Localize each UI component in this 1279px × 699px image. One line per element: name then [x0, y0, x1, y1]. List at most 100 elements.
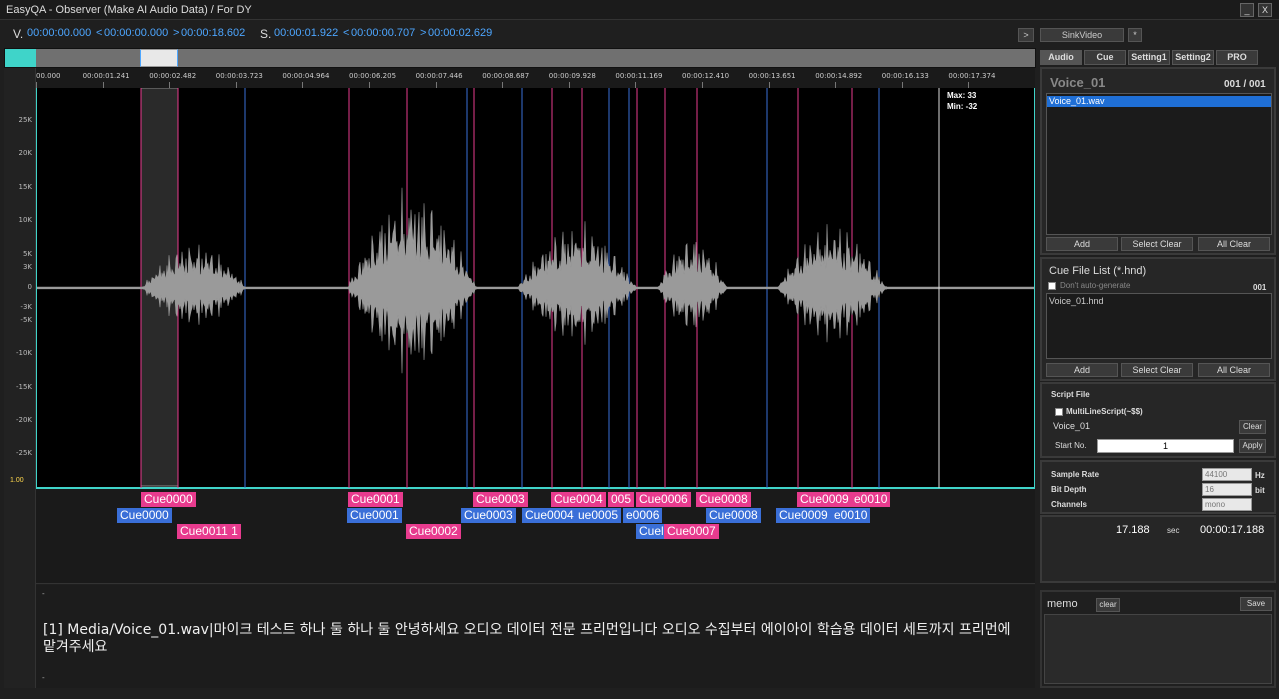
duration-panel: 17.188 sec 00:00:17.188	[1040, 515, 1276, 583]
y-axis-label: -3K	[20, 303, 32, 311]
duration-unit: sec	[1167, 526, 1180, 535]
cue-file-item[interactable]: Voice_01.hnd	[1049, 296, 1104, 306]
ruler-tick-label: 00:00:08.687	[482, 72, 530, 80]
min-label: Min: -32	[947, 102, 978, 111]
y-axis-label: 5K	[22, 250, 32, 258]
time-ruler[interactable]: 00.000 00:00:01.241 00:00:02.482 00:00:03.7…	[36, 68, 1035, 88]
cue-label[interactable]: Cue0009	[776, 508, 831, 523]
script-viewer[interactable]: - [1] Media/Voice_01.wav|마이크 테스트 하나 둘 하나…	[36, 585, 1035, 688]
dont-auto-label: Don't auto-generate	[1060, 281, 1131, 290]
s-label: S.	[260, 27, 272, 41]
cue-file-panel: Cue File List (*.hnd) Don't auto-generat…	[1040, 257, 1276, 381]
bit-depth-unit: bit	[1255, 486, 1265, 495]
ruler-tick-label: 00:00:12.410	[682, 72, 730, 80]
script-name: Voice_01	[1053, 421, 1091, 431]
memo-textarea[interactable]	[1044, 614, 1272, 684]
sinkvideo-button[interactable]: SinkVideo	[1040, 28, 1124, 42]
v-start-time: 00:00:00.000	[27, 27, 92, 39]
cue-label[interactable]: Cue0008	[696, 492, 751, 507]
amplitude-axis: 1.00 25K 20K 15K 10K 5K 3K 0 -3K -5K -10K -15K -20K…	[4, 88, 36, 488]
ruler-tick-label: 00:00:04.964	[282, 72, 330, 80]
script-bottom-marker: -	[42, 673, 45, 682]
script-top-marker: -	[42, 589, 45, 598]
audio-add-button[interactable]: Add	[1046, 237, 1118, 251]
audio-select-clear-button[interactable]: Select Clear	[1121, 237, 1193, 251]
cue-label[interactable]: e0006	[623, 508, 663, 523]
y-axis-label: -5K	[20, 316, 32, 324]
cue-label[interactable]: Cuel	[636, 524, 667, 539]
audio-all-clear-button[interactable]: All Clear	[1198, 237, 1270, 251]
y-axis-label: 20K	[18, 149, 33, 157]
window-title: EasyQA - Observer (Make AI Audio Data) /…	[6, 4, 252, 16]
waveform-view[interactable]	[36, 88, 1035, 488]
cue-file-count: 001	[1253, 283, 1267, 292]
extra-button[interactable]: *	[1128, 28, 1142, 42]
cue-label[interactable]: e0010	[851, 492, 891, 507]
cue-select-clear-button[interactable]: Select Clear	[1121, 363, 1193, 377]
v-label: V.	[13, 27, 24, 41]
cue-label[interactable]: Cue0000	[141, 492, 196, 507]
cue-file-list[interactable]: Voice_01.hnd	[1046, 293, 1272, 359]
tab-setting1[interactable]: Setting1	[1128, 50, 1170, 65]
y-axis-label: -25K	[15, 449, 32, 457]
tab-audio[interactable]: Audio	[1040, 50, 1082, 65]
s-gt: >	[420, 27, 427, 39]
cue-track[interactable]: Cue0000 Cue0000 Cue0011 1 Cue0001 Cue0001 Cue…	[36, 488, 1035, 584]
ruler-tick-label: 00:00:11.169	[615, 72, 663, 80]
cue-label[interactable]: Cue0001	[347, 508, 402, 523]
audio-file-list[interactable]: Voice_01.wav	[1046, 93, 1272, 235]
y-axis-label: 0	[27, 283, 32, 291]
cue-label[interactable]: 005	[608, 492, 635, 507]
cue-file-title: Cue File List (*.hnd)	[1049, 265, 1147, 277]
next-arrow-button[interactable]: >	[1018, 28, 1034, 42]
start-no-input[interactable]: 1	[1097, 439, 1234, 453]
apply-button[interactable]: Apply	[1239, 439, 1266, 453]
ruler-tick-label: 00:00:09.928	[548, 72, 596, 80]
audio-name: Voice_01	[1050, 75, 1106, 90]
cue-label[interactable]: Cue0004	[522, 508, 577, 523]
memo-clear-button[interactable]: clear	[1096, 598, 1120, 612]
cue-label[interactable]: Cue0009	[797, 492, 852, 507]
time-bar: V. 00:00:00.000 < 00:00:00.000 > 00:00:1…	[0, 20, 1040, 46]
memo-save-button[interactable]: Save	[1240, 597, 1272, 611]
tab-setting2[interactable]: Setting2	[1172, 50, 1214, 65]
duration-time: 00:00:17.188	[1200, 524, 1265, 536]
dont-auto-checkbox[interactable]	[1048, 282, 1056, 290]
cue-add-button[interactable]: Add	[1046, 363, 1118, 377]
scale-label: 1.00	[10, 477, 24, 484]
cue-label[interactable]: Cue0006	[636, 492, 691, 507]
cue-label[interactable]: e0010	[831, 508, 871, 523]
cue-all-clear-button[interactable]: All Clear	[1198, 363, 1270, 377]
script-file-title: Script File	[1051, 390, 1090, 399]
v-gt: >	[173, 27, 180, 39]
bit-depth-select[interactable]: 16	[1202, 483, 1252, 496]
v-mid-time: 00:00:00.000	[104, 27, 169, 39]
cue-label[interactable]: Cue0011 1	[177, 524, 241, 539]
cue-label[interactable]: Cue0000	[117, 508, 172, 523]
overview-selection[interactable]	[140, 49, 178, 67]
ruler-tick-label: 00:00:13.651	[748, 72, 796, 80]
cue-label[interactable]: ue0005	[575, 508, 622, 523]
sample-rate-label: Sample Rate	[1051, 470, 1100, 479]
audio-file-item[interactable]: Voice_01.wav	[1047, 96, 1271, 107]
cue-label[interactable]: Cue0007	[664, 524, 719, 539]
sample-rate-select[interactable]: 44100	[1202, 468, 1252, 481]
minimize-button[interactable]: _	[1240, 3, 1254, 17]
cue-label[interactable]: Cue0001	[348, 492, 403, 507]
max-label: Max: 33	[947, 91, 977, 100]
script-clear-button[interactable]: Clear	[1239, 420, 1266, 434]
cue-label[interactable]: Cue0003	[461, 508, 516, 523]
channels-select[interactable]: mono	[1202, 498, 1252, 511]
cue-label[interactable]: Cue0002	[406, 524, 461, 539]
close-button[interactable]: X	[1258, 3, 1272, 17]
ruler-tick-label: 00:00:02.482	[149, 72, 197, 80]
multiline-checkbox[interactable]	[1055, 408, 1063, 416]
cue-label[interactable]: Cue0008	[706, 508, 761, 523]
tab-pro[interactable]: PRO	[1216, 50, 1258, 65]
cue-label[interactable]: Cue0004	[551, 492, 606, 507]
ruler-tick-label: 00:00:01.241	[82, 72, 130, 80]
cue-label[interactable]: Cue0003	[473, 492, 528, 507]
max-min-readout: Max: 33 Min: -32	[947, 90, 977, 112]
overview-bar[interactable]	[4, 48, 1036, 68]
tab-cue[interactable]: Cue	[1084, 50, 1126, 65]
